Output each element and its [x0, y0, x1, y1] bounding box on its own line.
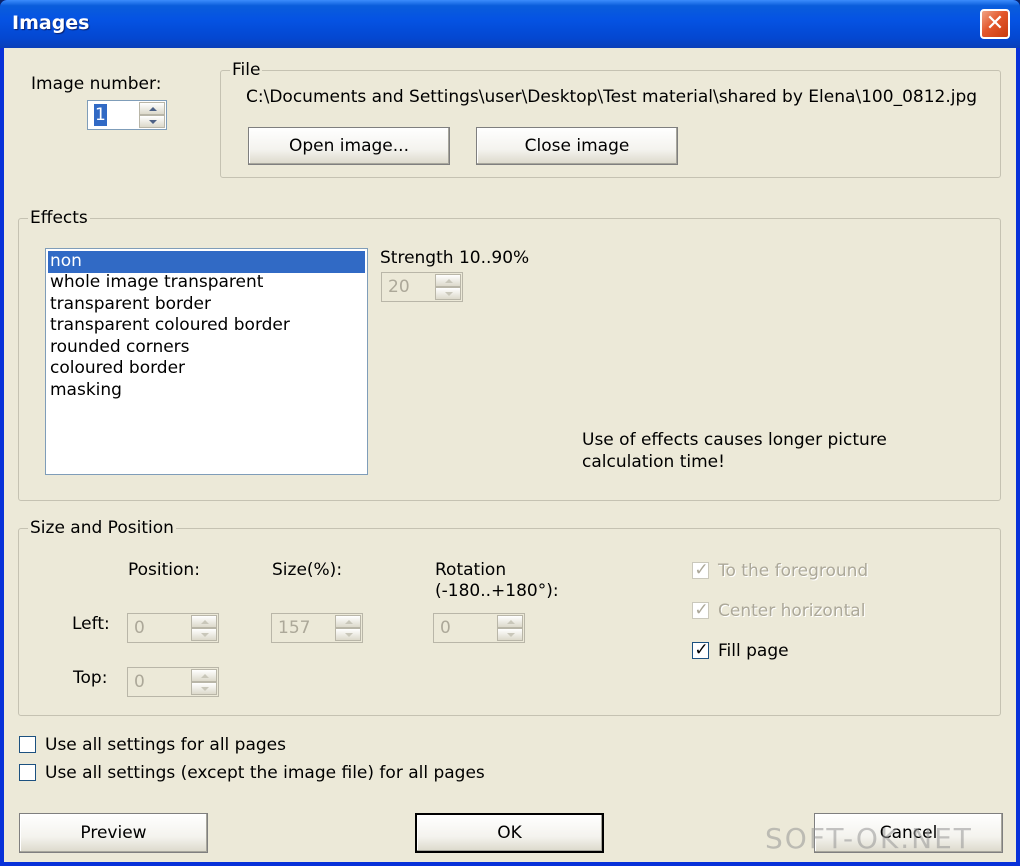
dialog-client-area: Image number: 1 File C:\Documents and Se…: [4, 48, 1016, 862]
spin-down-icon[interactable]: [335, 628, 361, 641]
effect-item-non[interactable]: non: [48, 251, 365, 273]
strength-spinner[interactable]: 20: [381, 272, 463, 302]
spin-up-icon[interactable]: [435, 274, 461, 287]
effects-note-line1: Use of effects causes longer picture: [582, 430, 887, 450]
size-percent-value: 157: [278, 618, 311, 638]
ok-button[interactable]: OK: [415, 813, 604, 853]
rotation-spin-arrows[interactable]: [497, 615, 523, 641]
image-number-label: Image number:: [31, 74, 162, 94]
strength-value: 20: [388, 277, 410, 297]
to-foreground-label: To the foreground: [718, 561, 869, 581]
close-icon: ✕: [985, 11, 1005, 36]
size-position-group-label: Size and Position: [28, 518, 176, 538]
strength-label: Strength 10..90%: [380, 248, 530, 268]
left-position-spinner[interactable]: 0: [127, 613, 219, 643]
close-image-button[interactable]: Close image: [476, 127, 678, 165]
spin-down-icon[interactable]: [191, 628, 217, 641]
use-all-settings-checkbox[interactable]: [19, 736, 36, 753]
fill-page-checkbox[interactable]: ✓: [692, 640, 709, 660]
spin-up-icon[interactable]: [139, 102, 165, 115]
rotation-value: 0: [440, 618, 451, 638]
use-all-settings-except-file-checkbox[interactable]: [19, 764, 36, 781]
spin-up-icon[interactable]: [191, 615, 217, 628]
effects-group-label: Effects: [28, 208, 90, 228]
top-position-value: 0: [134, 672, 145, 692]
spin-down-icon[interactable]: [497, 628, 523, 641]
rotation-header-line2: (-180..+180°):: [435, 581, 559, 601]
center-horizontal-checkbox[interactable]: ✓: [692, 600, 709, 620]
use-all-settings-except-file-label[interactable]: Use all settings (except the image file)…: [45, 762, 485, 784]
spin-down-icon[interactable]: [191, 682, 217, 695]
image-number-spin-arrows[interactable]: [139, 102, 165, 128]
effect-item-transparent-border[interactable]: transparent border: [48, 294, 211, 316]
to-foreground-checkbox[interactable]: ✓: [692, 560, 709, 580]
check-icon: ✓: [694, 640, 709, 660]
fill-page-label[interactable]: Fill page: [718, 640, 789, 662]
open-image-button[interactable]: Open image...: [248, 127, 450, 165]
effects-listbox[interactable]: non whole image transparent transparent …: [45, 248, 368, 475]
spin-up-icon[interactable]: [335, 615, 361, 628]
left-position-value: 0: [134, 618, 145, 638]
left-label: Left:: [72, 614, 110, 634]
title-bar[interactable]: Images ✕: [0, 0, 1020, 48]
position-header: Position:: [128, 560, 200, 580]
rotation-header-line1: Rotation: [435, 560, 507, 580]
window-title: Images: [12, 12, 90, 34]
spin-up-icon[interactable]: [497, 615, 523, 628]
rotation-spinner[interactable]: 0: [433, 613, 525, 643]
check-icon: ✓: [694, 560, 709, 580]
spin-down-icon[interactable]: [435, 287, 461, 300]
size-percent-spinner[interactable]: 157: [271, 613, 363, 643]
size-spin-arrows[interactable]: [335, 615, 361, 641]
file-path: C:\Documents and Settings\user\Desktop\T…: [246, 87, 978, 107]
size-header: Size(%):: [272, 560, 343, 580]
effect-item-whole-image-transparent[interactable]: whole image transparent: [48, 272, 263, 294]
effects-note-line2: calculation time!: [582, 452, 725, 472]
top-position-spinner[interactable]: 0: [127, 667, 219, 697]
images-dialog: Images ✕ Image number: 1 File C:\Documen…: [0, 0, 1020, 866]
effect-item-rounded-corners[interactable]: rounded corners: [48, 337, 190, 359]
preview-button[interactable]: Preview: [19, 813, 208, 853]
strength-spin-arrows[interactable]: [435, 274, 461, 300]
effect-item-coloured-border[interactable]: coloured border: [48, 358, 185, 380]
effect-item-transparent-coloured-border[interactable]: transparent coloured border: [48, 315, 290, 337]
use-all-settings-label[interactable]: Use all settings for all pages: [45, 734, 286, 756]
file-group-label: File: [230, 60, 263, 80]
image-number-spinner[interactable]: 1: [87, 100, 167, 130]
spin-down-icon[interactable]: [139, 115, 165, 128]
watermark-text: SOFT-OK.NET: [765, 822, 973, 855]
close-window-button[interactable]: ✕: [980, 9, 1010, 39]
spin-up-icon[interactable]: [191, 669, 217, 682]
effect-item-masking[interactable]: masking: [48, 380, 122, 402]
center-horizontal-label: Center horizontal: [718, 601, 866, 621]
image-number-value[interactable]: 1: [94, 104, 107, 126]
left-spin-arrows[interactable]: [191, 615, 217, 641]
top-spin-arrows[interactable]: [191, 669, 217, 695]
check-icon: ✓: [694, 600, 709, 620]
top-label: Top:: [73, 668, 108, 688]
